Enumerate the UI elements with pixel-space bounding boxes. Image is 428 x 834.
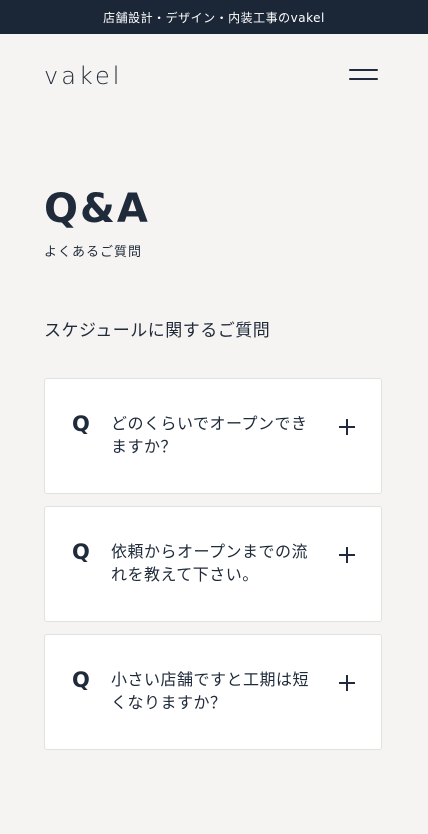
menu-line-bottom — [349, 78, 378, 80]
top-announcement-bar: 店舗設計・デザイン・内装工事のvakel — [0, 0, 428, 34]
faq-q-label: Q — [72, 668, 90, 692]
plus-icon[interactable] — [339, 675, 355, 691]
faq-q-label: Q — [72, 412, 90, 436]
faq-item-process-flow[interactable]: Q 依頼からオープンまでの流れを教えて下さい。 — [44, 506, 382, 622]
faq-question: 小さい店舗ですと工期は短くなりますか？ — [111, 670, 310, 712]
menu-line-top — [349, 69, 378, 71]
plus-icon[interactable] — [339, 419, 355, 435]
faq-q-label: Q — [72, 540, 90, 564]
site-header: vakel — [0, 34, 428, 120]
page-subtitle: よくあるご質問 — [44, 245, 143, 260]
page-title: Q&A — [44, 186, 150, 232]
hamburger-menu-icon[interactable] — [349, 67, 378, 83]
faq-question: 依頼からオープンまでの流れを教えて下さい。 — [111, 542, 309, 584]
faq-item-small-store-duration[interactable]: Q 小さい店舗ですと工期は短くなりますか？ — [44, 634, 382, 750]
site-logo[interactable]: vakel — [44, 62, 122, 90]
top-announcement-text: 店舗設計・デザイン・内装工事のvakel — [103, 10, 325, 25]
faq-question: どのくらいでオープンできますか？ — [111, 414, 308, 456]
plus-icon[interactable] — [339, 547, 355, 563]
section-title: スケジュールに関するご質問 — [44, 321, 271, 341]
faq-item-open-duration[interactable]: Q どのくらいでオープンできますか？ — [44, 378, 382, 494]
